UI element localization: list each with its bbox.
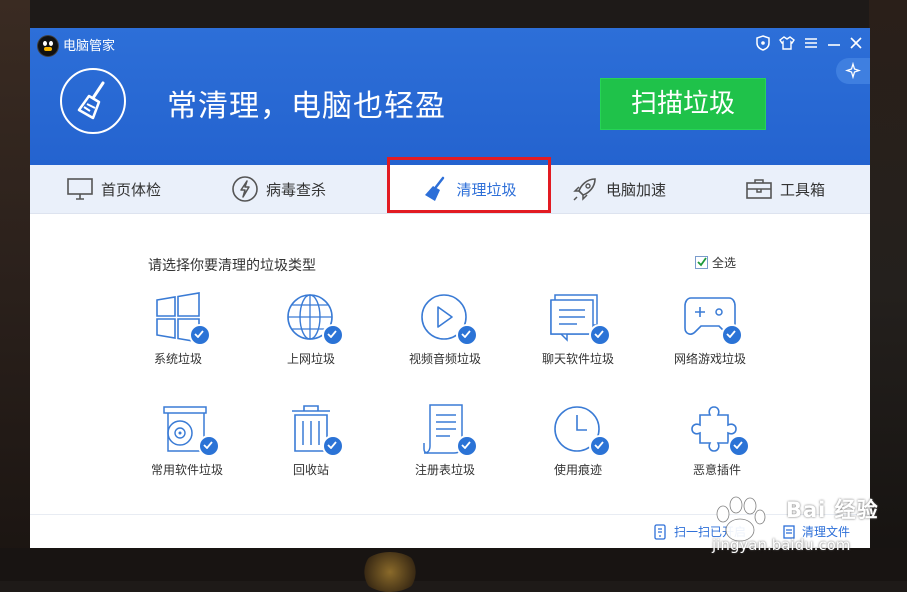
sparkle-icon <box>845 62 861 80</box>
monitor-icon <box>67 178 93 200</box>
junk-item-game[interactable]: 网络游戏垃圾 <box>650 290 770 367</box>
tab-label: 工具箱 <box>780 180 826 199</box>
checked-badge-icon <box>728 435 750 457</box>
tab-label: 首页体检 <box>101 180 162 199</box>
tab-toolbox[interactable]: 工具箱 <box>745 165 825 213</box>
menu-icon[interactable] <box>802 34 820 52</box>
junk-item-usage-traces[interactable]: 使用痕迹 <box>518 401 638 478</box>
junk-item-label: 回收站 <box>292 463 329 477</box>
desktop-background-left <box>0 0 30 581</box>
watermark-url: jingyan.baidu.com <box>712 536 851 554</box>
junk-item-label: 上网垃圾 <box>286 352 335 366</box>
penguin-logo-icon <box>37 35 59 57</box>
skin-shirt-icon[interactable] <box>778 34 796 52</box>
phone-qr-icon <box>654 523 666 540</box>
checked-badge-icon <box>456 435 478 457</box>
rocket-icon <box>573 178 596 201</box>
sparkle-side-button[interactable] <box>836 58 870 84</box>
minimize-icon[interactable] <box>825 34 843 52</box>
checked-badge-icon <box>198 435 220 457</box>
watermark-text: Bai 经验 <box>786 498 879 522</box>
checked-badge-icon <box>322 324 344 346</box>
scan-junk-button[interactable]: 扫描垃圾 <box>600 78 766 130</box>
footer-divider <box>30 514 870 515</box>
desktop-decoration <box>360 552 420 592</box>
title-bar[interactable]: 电脑管家 <box>30 28 870 58</box>
select-all-checkbox[interactable]: 全选 <box>695 254 736 271</box>
junk-item-registry[interactable]: 注册表垃圾 <box>385 401 505 478</box>
checkmark-icon <box>697 257 707 267</box>
app-title: 电脑管家 <box>63 39 116 54</box>
junk-item-label: 视频音频垃圾 <box>408 352 481 366</box>
junk-item-system[interactable]: 系统垃圾 <box>118 290 238 367</box>
checked-badge-icon <box>456 324 478 346</box>
junk-item-label: 恶意插件 <box>692 463 741 477</box>
junk-item-recycle-bin[interactable]: 回收站 <box>251 401 371 478</box>
tab-label: 电脑加速 <box>606 180 667 199</box>
tab-highlight-annotation <box>387 157 551 213</box>
junk-item-label: 注册表垃圾 <box>414 463 475 477</box>
junk-item-label: 系统垃圾 <box>153 352 202 366</box>
junk-item-chat[interactable]: 聊天软件垃圾 <box>518 290 638 367</box>
junk-item-internet[interactable]: 上网垃圾 <box>251 290 371 367</box>
select-all-label: 全选 <box>712 256 737 270</box>
checkbox[interactable] <box>695 256 708 269</box>
shield-icon[interactable] <box>754 34 772 52</box>
junk-item-common-software[interactable]: 常用软件垃圾 <box>127 401 247 478</box>
header-slogan: 常清理，电脑也轻盈 <box>167 89 446 124</box>
junk-item-label: 使用痕迹 <box>553 463 602 477</box>
junk-item-label: 常用软件垃圾 <box>150 463 223 477</box>
checked-badge-icon <box>589 435 611 457</box>
header-banner: 电脑管家 常清理，电脑也轻盈 扫描垃圾 <box>30 28 870 165</box>
junk-item-malicious-plugin[interactable]: 恶意插件 <box>657 401 777 478</box>
broom-icon <box>77 81 105 120</box>
close-icon[interactable] <box>847 34 865 52</box>
checked-badge-icon <box>322 435 344 457</box>
tab-home-checkup[interactable]: 首页体检 <box>66 165 161 213</box>
clean-broom-badge <box>60 68 126 134</box>
checked-badge-icon <box>189 324 211 346</box>
junk-item-label: 聊天软件垃圾 <box>541 352 614 366</box>
tab-label: 病毒查杀 <box>266 180 327 199</box>
junk-item-media[interactable]: 视频音频垃圾 <box>385 290 505 367</box>
junk-item-label: 网络游戏垃圾 <box>673 352 746 366</box>
checked-badge-icon <box>721 324 743 346</box>
tab-virus-scan[interactable]: 病毒查杀 <box>231 165 326 213</box>
toolbox-icon <box>746 179 772 199</box>
lightning-icon <box>232 176 258 202</box>
section-title: 请选择你要清理的垃圾类型 <box>148 258 316 274</box>
app-window: 电脑管家 常清理，电脑也轻盈 扫描垃圾 首页体检 病毒查杀 清理垃圾 电脑加速 … <box>30 28 870 548</box>
checked-badge-icon <box>589 324 611 346</box>
tab-speed-up[interactable]: 电脑加速 <box>571 165 666 213</box>
